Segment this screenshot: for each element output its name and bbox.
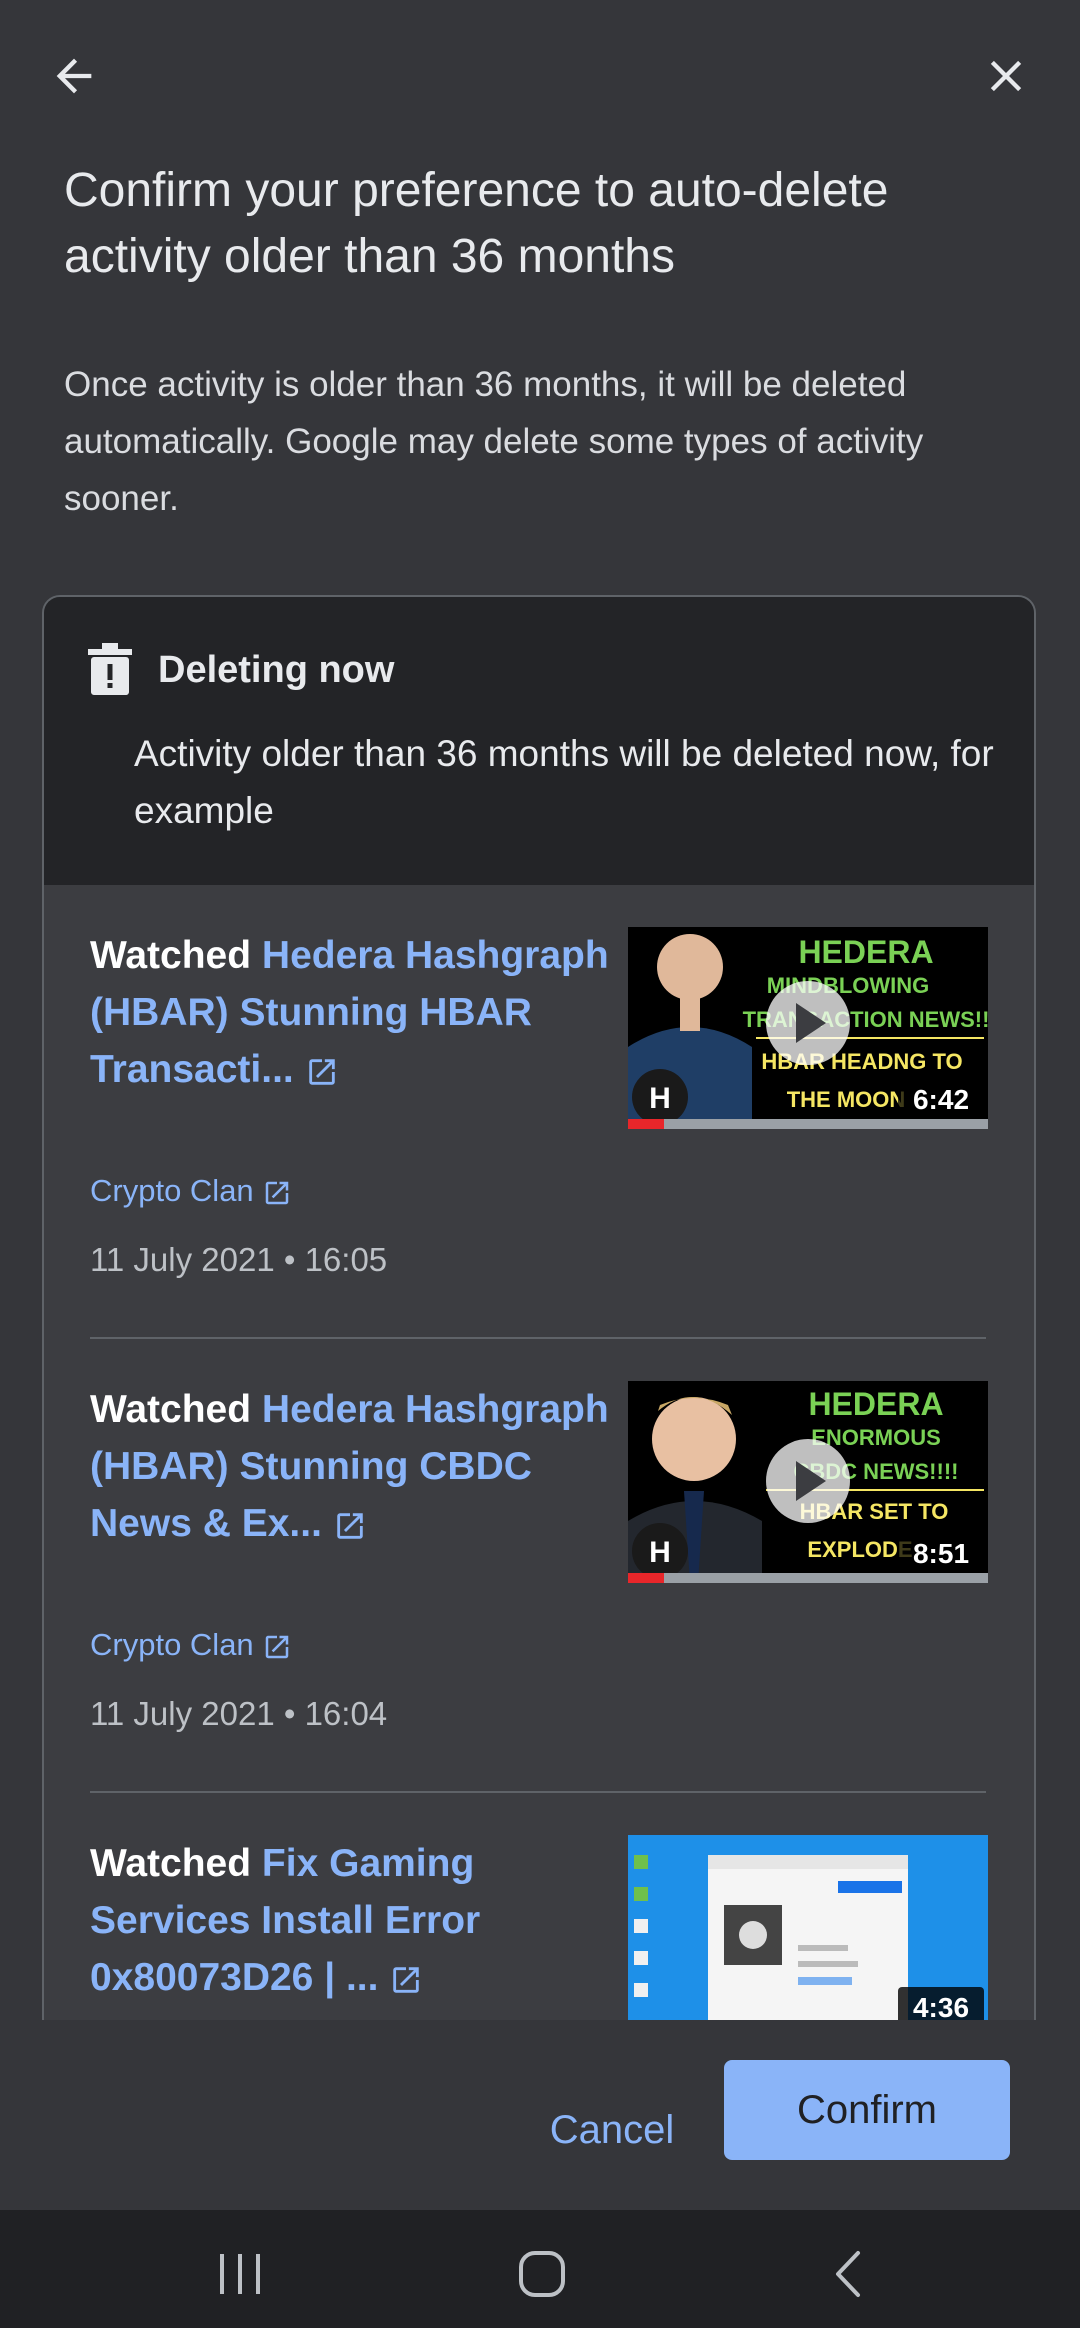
svg-text:H: H	[649, 1536, 671, 1569]
thumb-line-5: THE MOON	[787, 1087, 906, 1112]
activity-item: Watched Hedera Hashgraph (HBAR) Stunning…	[90, 1381, 988, 1761]
back-button[interactable]	[38, 40, 110, 112]
page-title: Confirm your preference to auto-delete a…	[64, 164, 889, 283]
action-bar: Cancel Confirm	[0, 2020, 1080, 2210]
system-nav-bar	[0, 2210, 1080, 2328]
home-button[interactable]	[502, 2244, 582, 2304]
divider	[90, 1791, 986, 1793]
home-icon	[519, 2251, 565, 2297]
watch-progress	[628, 1119, 664, 1129]
deleting-now-header: Deleting now Activity older than 36 mont…	[44, 597, 1034, 885]
page-description: Once activity is older than 36 months, i…	[64, 365, 924, 518]
thumbnail-image: HEDERA MINDBLOWING TRANSACTION NEWS!! HB…	[628, 927, 988, 1129]
video-thumbnail[interactable]: HEDERA MINDBLOWING TRANSACTION NEWS!! HB…	[628, 927, 988, 1129]
activity-channel[interactable]: Crypto Clan	[90, 1173, 292, 1209]
open-in-new-icon	[266, 1181, 289, 1205]
activity-title-block: Watched Fix Gaming Services Install Erro…	[90, 1835, 610, 2006]
open-in-new-icon[interactable]	[305, 1055, 339, 1089]
video-duration: 6:42	[913, 1084, 969, 1115]
thumbnail-image: 4:36	[628, 1835, 988, 2037]
close-button[interactable]	[970, 40, 1042, 112]
thumb-line-1: HEDERA	[798, 934, 933, 970]
open-in-new-icon[interactable]	[333, 1509, 367, 1543]
activity-prefix: Watched	[90, 1388, 252, 1431]
system-back-button[interactable]	[808, 2244, 888, 2304]
svg-text:H: H	[649, 1082, 671, 1115]
activity-item: Watched Fix Gaming Services Install Erro…	[90, 1835, 988, 2037]
thumb-line-1: HEDERA	[808, 1386, 943, 1422]
arrow-back-icon	[56, 58, 92, 94]
open-in-new-icon[interactable]	[389, 1963, 423, 1997]
activity-date: 11 July 2021 • 16:05	[90, 1241, 388, 1278]
channel-link[interactable]: Crypto Clan	[90, 1173, 254, 1208]
activity-prefix: Watched	[90, 1842, 252, 1885]
activity-item: Watched Hedera Hashgraph (HBAR) Stunning…	[90, 927, 988, 1307]
deleting-now-title: Deleting now	[158, 649, 395, 691]
activity-title-block: Watched Hedera Hashgraph (HBAR) Stunning…	[90, 927, 610, 1098]
thumb-line-5: EXPLODE	[807, 1537, 912, 1562]
recent-apps-icon	[220, 2254, 260, 2294]
activity-channel[interactable]: Crypto Clan	[90, 1627, 292, 1663]
video-thumbnail[interactable]: 4:36	[628, 1835, 988, 2037]
cancel-button[interactable]: Cancel	[528, 2080, 696, 2180]
activity-date: 11 July 2021 • 16:04	[90, 1695, 388, 1732]
thumbnail-image: HEDERA ENORMOUS CBDC NEWS!!!! HBAR SET T…	[628, 1381, 988, 1583]
trash-warning-icon	[88, 643, 132, 695]
activity-prefix: Watched	[90, 934, 252, 977]
recent-apps-button[interactable]	[200, 2244, 280, 2304]
close-icon	[990, 60, 1022, 92]
deleting-now-subtitle: Activity older than 36 months will be de…	[134, 733, 994, 831]
chevron-left-icon	[836, 2251, 860, 2297]
deleting-now-card: Deleting now Activity older than 36 mont…	[42, 595, 1036, 2039]
video-duration: 8:51	[913, 1538, 969, 1569]
activity-title-block: Watched Hedera Hashgraph (HBAR) Stunning…	[90, 1381, 610, 1552]
confirm-button[interactable]: Confirm	[724, 2060, 1010, 2160]
divider	[90, 1337, 986, 1339]
top-bar	[0, 0, 1080, 150]
video-thumbnail[interactable]: HEDERA ENORMOUS CBDC NEWS!!!! HBAR SET T…	[628, 1381, 988, 1583]
channel-link[interactable]: Crypto Clan	[90, 1627, 254, 1662]
open-in-new-icon	[266, 1635, 289, 1659]
video-duration: 4:36	[913, 1992, 969, 2023]
watch-progress	[628, 1573, 664, 1583]
